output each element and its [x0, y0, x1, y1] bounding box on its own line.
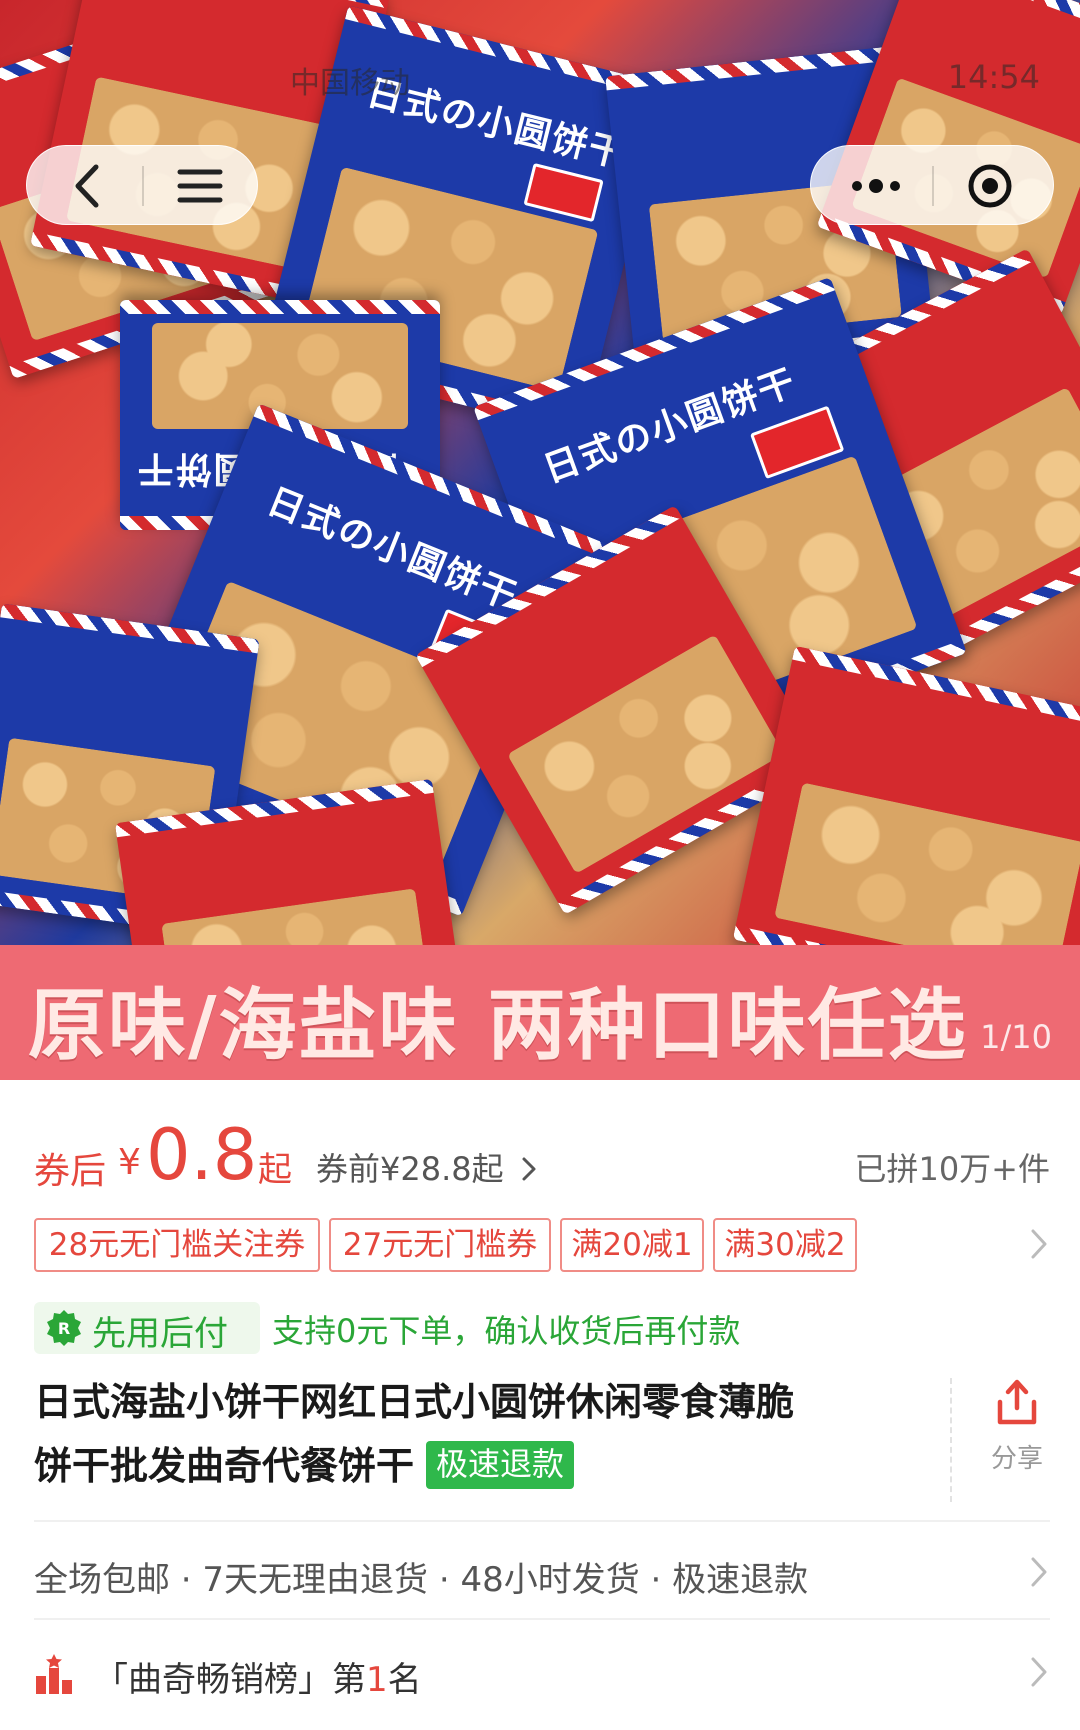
rank-prefix: 「曲奇畅销榜」第 [94, 1660, 366, 1700]
coupon-tag[interactable]: 28元无门槛关注券 [34, 1218, 320, 1272]
chevron-right-icon [522, 1157, 536, 1181]
chevron-right-icon [1031, 1557, 1047, 1587]
fast-refund-badge: 极速退款 [426, 1441, 575, 1489]
svg-text:R: R [58, 1319, 70, 1338]
menu-icon [177, 169, 223, 203]
service-guarantees-row[interactable]: 全场包邮 · 7天无理由退货 · 48小时发货 · 极速退款 [34, 1520, 1050, 1620]
status-time: 14:54 [947, 58, 1040, 96]
pay-later-tag: R 先用后付 [34, 1302, 260, 1354]
product-title-line-2: 饼干批发曲奇代餐饼干 [34, 1444, 415, 1488]
pay-later-label: 先用后付 [92, 1314, 228, 1354]
rank-chart-icon [36, 1654, 72, 1694]
nav-capsule-left [26, 145, 258, 225]
coupon-tag[interactable]: 满20减1 [560, 1218, 704, 1272]
price-value: 0.8 [146, 1114, 258, 1196]
target-close-icon [968, 164, 1012, 208]
service-guarantees: 全场包邮 · 7天无理由退货 · 48小时发货 · 极速退款 [34, 1560, 809, 1600]
more-button[interactable] [821, 146, 931, 226]
coupon-row[interactable]: 28元无门槛关注券 27元无门槛券 满20减1 满30减2 [34, 1218, 1050, 1272]
back-icon [75, 164, 99, 208]
menu-button[interactable] [145, 146, 255, 226]
sold-count: 已拼10万+件 [854, 1150, 1050, 1188]
product-title-line-1: 日式海盐小饼干网红日式小圆饼休闲零食薄脆 [34, 1380, 795, 1424]
banner-text: 原味/海盐味 两种口味任选 [28, 981, 968, 1071]
nav-capsule-right [810, 145, 1054, 225]
status-carrier: 中国移动 [290, 66, 410, 101]
pay-later-icon: R [47, 1310, 81, 1346]
rank-text: 「曲奇畅销榜」第1名 [94, 1652, 422, 1701]
product-page: 日式の小圆饼干 日式の小圆饼干 日式の小圆饼干 日式の小圆饼干 原味/海盐味 两… [0, 0, 1080, 1730]
product-title: 日式海盐小饼干网红日式小圆饼休闲零食薄脆 饼干批发曲奇代餐饼干 极速退款 [34, 1370, 934, 1498]
chevron-right-icon [1031, 1657, 1047, 1687]
product-title-line-2-row: 饼干批发曲奇代餐饼干 极速退款 [34, 1434, 934, 1498]
image-counter: 1/10 [980, 1018, 1052, 1056]
chevron-right-icon[interactable] [1028, 1226, 1050, 1262]
share-button[interactable]: 分享 [972, 1376, 1062, 1506]
price-row: 券后 ¥ 0.8 起 券前¥28.8起 已拼10万+件 [34, 1114, 1050, 1200]
coupon-tag[interactable]: 满30减2 [713, 1218, 857, 1272]
share-label: 分享 [990, 1444, 1043, 1474]
share-icon [997, 1379, 1037, 1425]
back-button[interactable] [33, 146, 143, 226]
rank-suffix: 名 [387, 1660, 422, 1700]
title-divider [950, 1378, 952, 1502]
more-dots-icon [852, 179, 900, 193]
currency-symbol: ¥ [118, 1142, 141, 1183]
bestseller-rank-row[interactable]: 「曲奇畅销榜」第1名 [34, 1630, 1050, 1720]
promo-banner: 原味/海盐味 两种口味任选 [0, 945, 1080, 1080]
rank-number: 1 [366, 1660, 388, 1700]
original-price-link[interactable]: 券前¥28.8起 [316, 1144, 538, 1190]
price-suffix: 起 [258, 1150, 292, 1190]
coupon-tag[interactable]: 27元无门槛券 [329, 1218, 551, 1272]
coupon-after-label: 券后 [34, 1151, 107, 1192]
pay-later-description: 支持0元下单，确认收货后再付款 [272, 1312, 741, 1350]
close-miniapp-button[interactable] [935, 146, 1045, 226]
product-image-gallery[interactable]: 日式の小圆饼干 日式の小圆饼干 日式の小圆饼干 日式の小圆饼干 原味/海盐味 两… [0, 0, 1080, 1080]
original-price-text: 券前¥28.8起 [316, 1150, 504, 1188]
product-photo: 日式の小圆饼干 日式の小圆饼干 日式の小圆饼干 日式の小圆饼干 [0, 0, 1080, 1062]
